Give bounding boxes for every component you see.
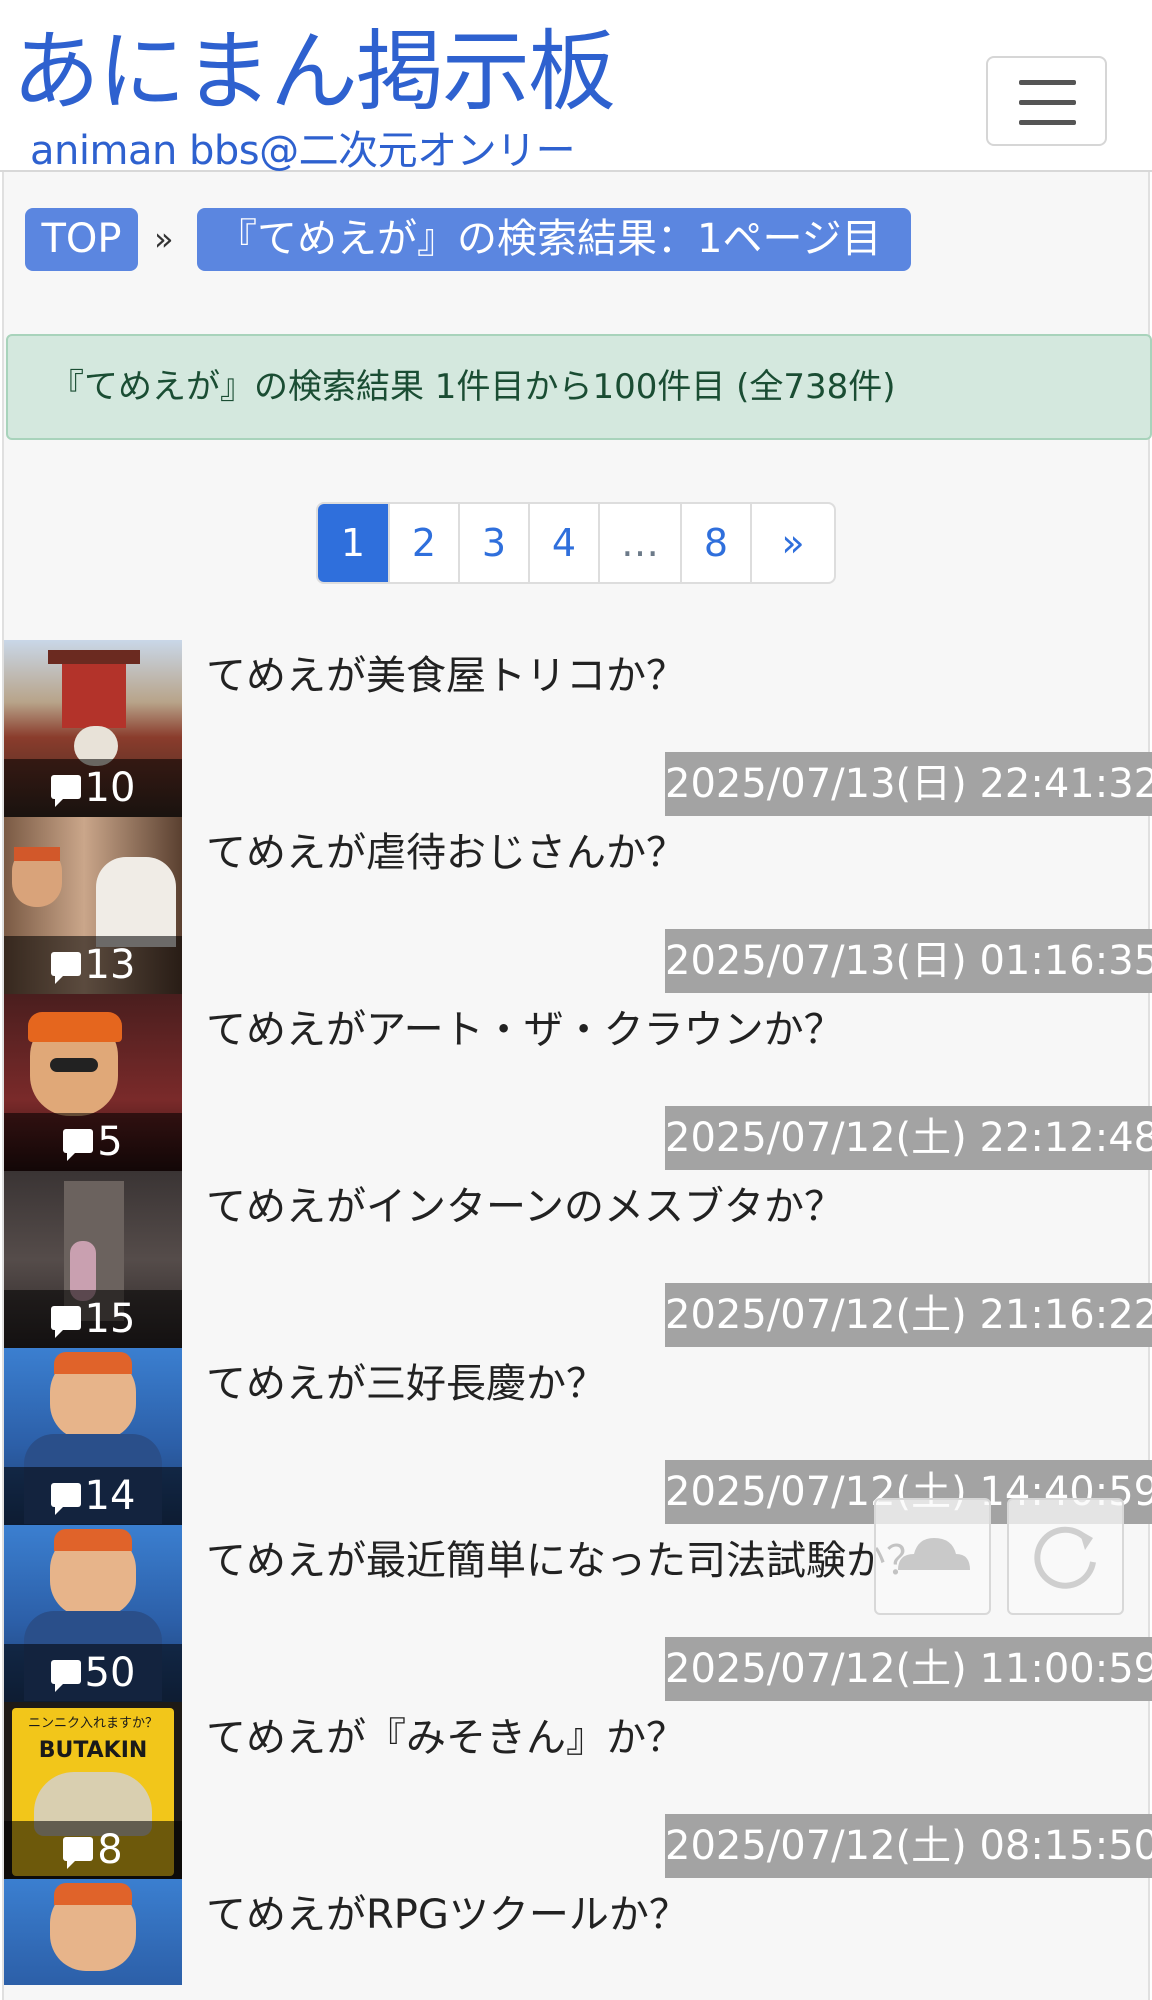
thread-title[interactable]: てめえが美食屋トリコか？ [206,648,686,704]
comment-count: 13 [4,936,182,994]
thread-thumbnail: ニンニク入れますか？ BUTAKIN 8 [4,1702,182,1879]
thread-title[interactable]: てめえがアート・ザ・クラウンか？ [206,1002,844,1058]
comment-count: 8 [4,1821,182,1879]
pagination: 1 2 3 4 … 8 » [316,502,836,584]
list-item[interactable]: 13 てめえが虐待おじさんか？ 2025/07/13(日) 01:16:35 [4,817,1152,994]
cloud-up-icon [898,1538,970,1570]
thread-date: 2025/07/12(土) 22:12:48 [665,1106,1152,1170]
list-item[interactable]: てめえがRPGツクールか？ [4,1879,1152,2000]
thread-date: 2025/07/13(日) 01:16:35 [665,929,1152,993]
thread-thumbnail: 10 [4,640,182,817]
logo-subtitle: animan bbs@二次元オンリー [30,128,576,174]
menu-toggle-button[interactable] [986,56,1107,146]
speech-bubble-icon [63,1837,94,1869]
thread-thumbnail: 15 [4,1171,182,1348]
page-link-1[interactable]: 1 [318,504,390,582]
page-ellipsis: … [600,504,682,582]
thread-thumbnail: 50 [4,1525,182,1702]
thread-date: 2025/07/12(土) 08:15:50 [665,1814,1152,1878]
search-result-info: 『てめえが』の検索結果 1件目から100件目 (全738件) [6,334,1152,440]
hamburger-icon-bar [1019,100,1076,105]
thread-thumbnail: 5 [4,994,182,1171]
thread-thumbnail: 14 [4,1348,182,1525]
site-logo[interactable]: あにまん掲示板 animan bbs@二次元オンリー [12,20,616,175]
thread-list: 10 てめえが美食屋トリコか？ 2025/07/13(日) 22:41:32 1… [4,640,1152,2000]
site-header: あにまん掲示板 animan bbs@二次元オンリー [0,0,1152,175]
comment-count: 15 [4,1290,182,1348]
hamburger-icon-bar [1019,120,1076,125]
main-content: TOP » 『てめえが』の検索結果：1ページ目 『てめえが』の検索結果 1件目か… [2,172,1152,2000]
list-item[interactable]: 10 てめえが美食屋トリコか？ 2025/07/13(日) 22:41:32 [4,640,1152,817]
comment-count: 5 [4,1113,182,1171]
comment-count-value: 50 [84,1650,136,1696]
thread-title[interactable]: てめえが最近簡単になった司法試験か？ [206,1533,926,1589]
comment-count: 50 [4,1644,182,1702]
butakin-brand: BUTAKIN [38,1738,148,1763]
thread-title[interactable]: てめえが『みそきん』か？ [206,1710,686,1766]
list-item[interactable]: ニンニク入れますか？ BUTAKIN 8 てめえが『みそきん』か？ 2025/0… [4,1702,1152,1879]
comment-count-value: 5 [97,1119,123,1165]
speech-bubble-icon [50,775,81,807]
page-link-2[interactable]: 2 [390,504,460,582]
butakin-caption: ニンニク入れますか？ [27,1716,158,1731]
comment-count: 14 [4,1467,182,1525]
breadcrumb-separator: » [154,220,174,258]
thread-title[interactable]: てめえがRPGツクールか？ [206,1887,689,1943]
thread-title[interactable]: てめえがインターンのメスブタか？ [206,1179,844,1235]
comment-count-value: 14 [84,1473,136,1519]
logo-title: あにまん掲示板 [12,20,616,123]
thread-date: 2025/07/12(土) 21:16:22 [665,1283,1152,1347]
speech-bubble-icon [50,1483,81,1515]
breadcrumb-current[interactable]: 『てめえが』の検索結果：1ページ目 [197,208,911,271]
list-item[interactable]: 5 てめえがアート・ザ・クラウンか？ 2025/07/12(土) 22:12:4… [4,994,1152,1171]
thread-date: 2025/07/13(日) 22:41:32 [665,752,1152,816]
thread-thumbnail [4,1879,182,1985]
speech-bubble-icon [50,952,81,984]
comment-count-value: 8 [97,1827,123,1873]
comment-count: 10 [4,759,182,817]
thread-title[interactable]: てめえが三好長慶か？ [206,1356,606,1412]
thread-thumbnail: 13 [4,817,182,994]
speech-bubble-icon [50,1306,81,1338]
reload-icon [1034,1526,1096,1589]
comment-count-value: 10 [84,765,136,811]
list-item[interactable]: 15 てめえがインターンのメスブタか？ 2025/07/12(土) 21:16:… [4,1171,1152,1348]
reload-button[interactable] [1007,1498,1124,1615]
thread-title[interactable]: てめえが虐待おじさんか？ [206,825,686,881]
page-link-4[interactable]: 4 [530,504,600,582]
hamburger-icon [1019,80,1076,85]
speech-bubble-icon [50,1660,81,1692]
speech-bubble-icon [63,1129,94,1161]
page-link-3[interactable]: 3 [460,504,530,582]
page-link-8[interactable]: 8 [682,504,752,582]
scroll-top-button[interactable] [874,1498,991,1615]
comment-count-value: 15 [84,1296,136,1342]
comment-count-value: 13 [84,942,136,988]
page-next-icon[interactable]: » [752,504,834,582]
breadcrumb-top-link[interactable]: TOP [25,208,138,271]
thread-date: 2025/07/12(土) 11:00:59 [665,1637,1152,1701]
